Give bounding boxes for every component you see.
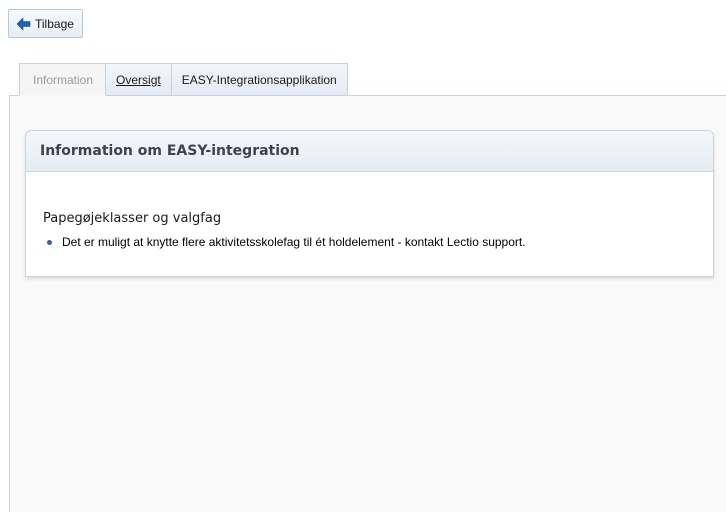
bullet-list: Det er muligt at knytte flere aktivitets… bbox=[43, 235, 526, 249]
back-button[interactable]: Tilbage bbox=[8, 9, 83, 38]
info-box-header: Information om EASY-integration bbox=[26, 131, 713, 172]
back-button-label: Tilbage bbox=[35, 16, 74, 31]
tab-information-label: Information bbox=[33, 72, 94, 87]
list-item-text: Det er muligt at knytte flere aktivitets… bbox=[62, 235, 526, 249]
arrow-left-icon bbox=[17, 17, 31, 30]
bullet-icon bbox=[47, 239, 52, 245]
tab-easy-integrationsapplikation[interactable]: EASY-Integrationsapplikation bbox=[171, 63, 348, 96]
tab-information[interactable]: Information bbox=[19, 63, 107, 96]
tab-easy-label: EASY-Integrationsapplikation bbox=[181, 72, 337, 87]
tab-oversigt[interactable]: Oversigt bbox=[106, 63, 172, 96]
info-box: Information om EASY-integration Papegøje… bbox=[25, 130, 714, 277]
tab-bar: Information Oversigt EASY-Integrationsap… bbox=[19, 63, 348, 96]
tab-oversigt-label: Oversigt bbox=[116, 72, 161, 87]
page: Tilbage Information Oversigt EASY-Integr… bbox=[0, 0, 726, 512]
section-title: Papegøjeklasser og valgfag bbox=[43, 211, 222, 226]
info-box-title: Information om EASY-integration bbox=[40, 143, 300, 159]
list-item: Det er muligt at knytte flere aktivitets… bbox=[43, 235, 526, 249]
